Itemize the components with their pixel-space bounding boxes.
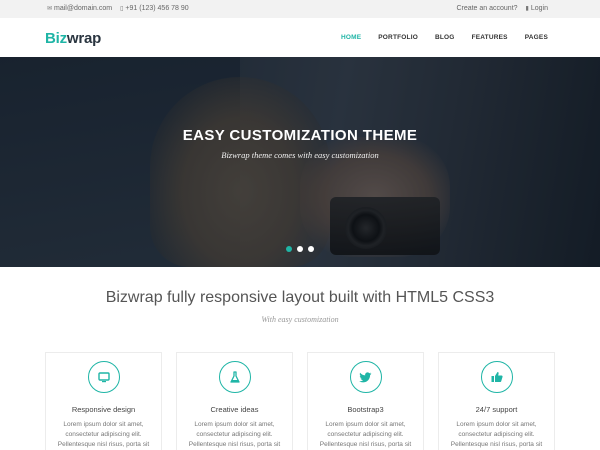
site-header: Bizwrap HOME PORTFOLIO BLOG FEATURES PAG… <box>0 18 600 57</box>
lock-icon: ▮ <box>525 6 529 12</box>
feature-text-line: consectetur adipiscing elit. <box>327 431 404 438</box>
email-text: mail@domain.com <box>54 5 113 12</box>
feature-text-line: Lorem ipsum dolor sit amet, <box>194 421 275 428</box>
intro-title: Bizwrap fully responsive layout built wi… <box>105 289 495 306</box>
slider-dot-1[interactable] <box>286 246 292 252</box>
feature-text-line: Lorem ipsum dolor sit amet, <box>63 421 144 428</box>
feature-title: Creative ideas <box>210 405 259 414</box>
create-account-link[interactable]: Create an account? <box>456 5 517 12</box>
phone-icon: ▯ <box>120 6 124 12</box>
feature-title: 24/7 support <box>475 405 518 414</box>
feature-card: 24/7 support Lorem ipsum dolor sit amet,… <box>438 352 555 450</box>
contact-info: ✉ mail@domain.com ▯ +91 (123) 456 78 90 <box>47 5 189 12</box>
twitter-icon <box>359 372 372 383</box>
slider-pagination <box>286 246 314 252</box>
hero-overlay <box>0 57 600 267</box>
main-nav: HOME PORTFOLIO BLOG FEATURES PAGES <box>341 34 548 41</box>
login-text: Login <box>530 5 548 12</box>
envelope-icon: ✉ <box>47 6 53 12</box>
nav-home[interactable]: HOME <box>341 34 361 41</box>
feature-icon-circle <box>350 361 382 393</box>
logo-part-biz: Biz <box>45 30 67 47</box>
feature-text: Lorem ipsum dolor sit amet, consectetur … <box>46 420 161 450</box>
feature-text-line: Pellentesque nisl risus, porta sit <box>57 441 150 448</box>
feature-text-line: consectetur adipiscing elit. <box>196 431 273 438</box>
feature-title: Bootstrap3 <box>347 405 384 414</box>
feature-text-line: Lorem ipsum dolor sit amet, <box>325 421 406 428</box>
nav-blog[interactable]: BLOG <box>435 34 455 41</box>
logo-part-wrap: wrap <box>66 30 102 47</box>
hero-subtitle: Bizwrap theme comes with easy customizat… <box>221 150 379 160</box>
login-link[interactable]: ▮ Login <box>526 5 548 12</box>
slider-dot-3[interactable] <box>308 246 314 252</box>
feature-card: Bootstrap3 Lorem ipsum dolor sit amet, c… <box>307 352 424 450</box>
feature-text: Lorem ipsum dolor sit amet, consectetur … <box>177 420 292 450</box>
feature-icon-circle <box>219 361 251 393</box>
feature-card: Creative ideas Lorem ipsum dolor sit ame… <box>176 352 293 450</box>
site-logo[interactable]: Bizwrap <box>45 30 101 47</box>
flask-icon <box>230 371 240 383</box>
feature-text-line: consectetur adipiscing elit. <box>65 431 142 438</box>
feature-title: Responsive design <box>71 405 136 414</box>
nav-portfolio[interactable]: PORTFOLIO <box>378 34 418 41</box>
email-contact[interactable]: ✉ mail@domain.com <box>47 5 112 12</box>
feature-text: Lorem ipsum dolor sit amet, consectetur … <box>439 420 554 450</box>
monitor-icon <box>98 372 110 383</box>
phone-contact[interactable]: ▯ +91 (123) 456 78 90 <box>120 5 189 12</box>
phone-text: +91 (123) 456 78 90 <box>125 5 189 12</box>
intro-subtitle: With easy customization <box>261 315 339 324</box>
top-bar: ✉ mail@domain.com ▯ +91 (123) 456 78 90 … <box>0 0 600 18</box>
nav-features[interactable]: FEATURES <box>472 34 508 41</box>
feature-text-line: Pellentesque nisl risus, porta sit <box>319 441 412 448</box>
nav-pages[interactable]: PAGES <box>525 34 548 41</box>
feature-card: Responsive design Lorem ipsum dolor sit … <box>45 352 162 450</box>
feature-icon-circle <box>88 361 120 393</box>
feature-text-line: Pellentesque nisl risus, porta sit <box>450 441 543 448</box>
thumbs-up-icon <box>491 372 503 382</box>
hero-title: EASY CUSTOMIZATION THEME <box>182 127 418 144</box>
feature-text-line: consectetur adipiscing elit. <box>458 431 535 438</box>
feature-text-line: Lorem ipsum dolor sit amet, <box>456 421 537 428</box>
feature-text: Lorem ipsum dolor sit amet, consectetur … <box>308 420 423 450</box>
account-links: Create an account? ▮ Login <box>456 5 548 12</box>
features-row: Responsive design Lorem ipsum dolor sit … <box>45 352 555 450</box>
hero-slider[interactable]: EASY CUSTOMIZATION THEME Bizwrap theme c… <box>0 57 600 267</box>
feature-icon-circle <box>481 361 513 393</box>
slider-dot-2[interactable] <box>297 246 303 252</box>
feature-text-line: Pellentesque nisl risus, porta sit <box>188 441 281 448</box>
